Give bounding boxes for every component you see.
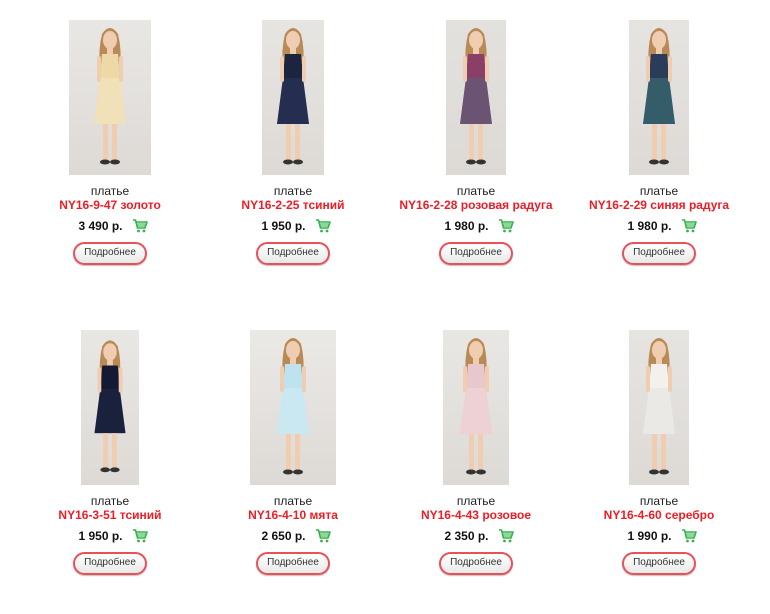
shopping-cart-icon[interactable] [132,529,148,543]
product-photo[interactable] [629,20,689,175]
product-photo[interactable] [69,20,151,175]
dress-photo-illustration [460,28,492,165]
shopping-cart-icon[interactable] [681,219,697,233]
dress-photo-illustration [643,28,675,165]
product-price: 3 490 р. [78,219,123,233]
product-sku[interactable]: NY16-4-10 мята [201,508,385,522]
dress-photo-illustration [277,28,309,165]
details-button[interactable]: Подробнее [622,552,696,575]
product-photo[interactable] [446,20,506,175]
product-type: платье [273,494,313,508]
shopping-cart-icon[interactable] [681,529,697,543]
shopping-cart-icon[interactable] [498,219,514,233]
product-type: платье [456,494,496,508]
price-row: 1 990 р. [567,528,751,544]
product-price: 2 350 р. [444,529,489,543]
details-button[interactable]: Подробнее [73,552,147,575]
dress-photo-illustration [643,338,675,475]
price-row: 2 350 р. [384,528,568,544]
product-grid: платье NY16-9-47 золото 3 490 р. Подробн… [0,0,770,614]
details-button[interactable]: Подробнее [439,242,513,265]
product-price: 1 950 р. [78,529,123,543]
dress-photo-illustration [460,338,492,475]
product-sku[interactable]: NY16-4-43 розовое [384,508,568,522]
product-photo[interactable] [262,20,324,175]
product-type: платье [456,184,496,198]
price-row: 1 950 р. [18,528,202,544]
product-sku[interactable]: NY16-4-60 серебро [567,508,751,522]
details-button[interactable]: Подробнее [622,242,696,265]
product-sku[interactable]: NY16-2-29 синяя радуга [567,198,751,212]
product-card: платье NY16-4-43 розовое 2 350 р. Подроб… [384,330,568,575]
details-button[interactable]: Подробнее [73,242,147,265]
product-card: платье NY16-9-47 золото 3 490 р. Подробн… [18,20,202,265]
details-button[interactable]: Подробнее [439,552,513,575]
product-price: 1 980 р. [627,219,672,233]
product-card: платье NY16-2-28 розовая радуга 1 980 р.… [384,20,568,265]
product-photo[interactable] [250,330,336,485]
price-row: 3 490 р. [18,218,202,234]
shopping-cart-icon[interactable] [132,219,148,233]
product-sku[interactable]: NY16-2-25 тсиний [201,198,385,212]
product-type: платье [90,494,130,508]
product-card: платье NY16-4-10 мята 2 650 р. Подробнее [201,330,385,575]
product-card: платье NY16-2-25 тсиний 1 950 р. Подробн… [201,20,385,265]
dress-photo-illustration [277,338,309,475]
product-photo[interactable] [629,330,689,485]
dress-photo-illustration [94,340,126,473]
product-type: платье [273,184,313,198]
product-card: платье NY16-3-51 тсиний 1 950 р. Подробн… [18,330,202,575]
shopping-cart-icon[interactable] [315,529,331,543]
product-type: платье [90,184,130,198]
product-price: 1 990 р. [627,529,672,543]
price-row: 1 980 р. [567,218,751,234]
product-price: 2 650 р. [261,529,306,543]
details-button[interactable]: Подробнее [256,552,330,575]
details-button[interactable]: Подробнее [256,242,330,265]
product-sku[interactable]: NY16-2-28 розовая радуга [384,198,568,212]
product-photo[interactable] [443,330,509,485]
price-row: 1 950 р. [201,218,385,234]
dress-photo-illustration [94,28,126,165]
shopping-cart-icon[interactable] [498,529,514,543]
product-price: 1 980 р. [444,219,489,233]
product-sku[interactable]: NY16-9-47 золото [18,198,202,212]
product-sku[interactable]: NY16-3-51 тсиний [18,508,202,522]
price-row: 2 650 р. [201,528,385,544]
price-row: 1 980 р. [384,218,568,234]
product-type: платье [639,184,679,198]
product-card: платье NY16-2-29 синяя радуга 1 980 р. П… [567,20,751,265]
product-type: платье [639,494,679,508]
product-photo[interactable] [81,330,139,485]
product-price: 1 950 р. [261,219,306,233]
shopping-cart-icon[interactable] [315,219,331,233]
product-card: платье NY16-4-60 серебро 1 990 р. Подроб… [567,330,751,575]
